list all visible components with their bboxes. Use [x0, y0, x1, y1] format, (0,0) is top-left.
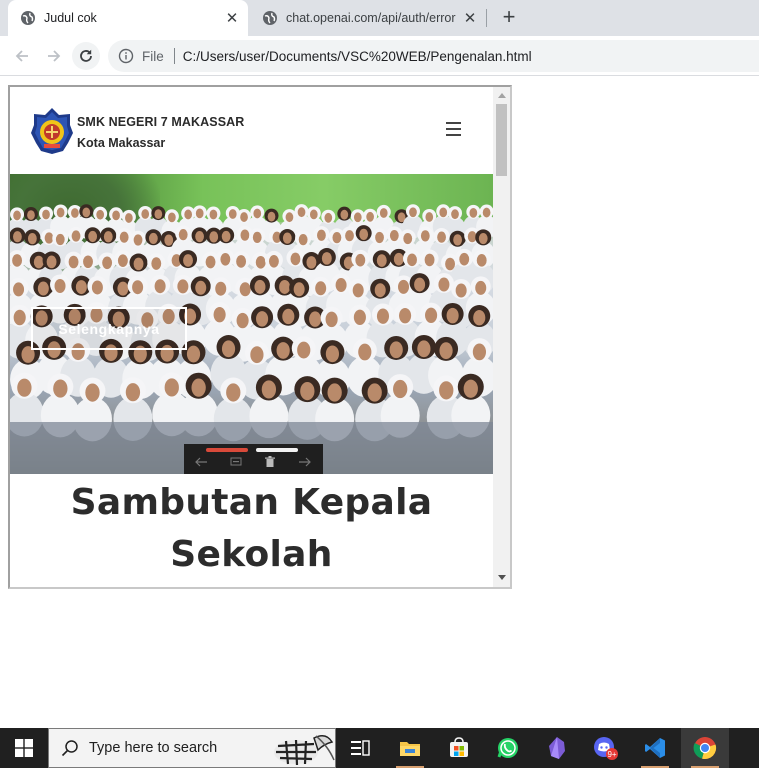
search-icon	[61, 739, 79, 757]
arrow-left-icon	[15, 50, 28, 62]
next-arrow-icon[interactable]	[298, 455, 312, 469]
address-bar[interactable]: File C:/Users/user/Documents/VSC%20WEB/P…	[108, 40, 759, 72]
task-view-icon	[351, 740, 370, 756]
scroll-up-arrow-icon[interactable]	[498, 93, 506, 98]
carousel-controls	[184, 444, 323, 474]
site-header: SMK NEGERI 7 MAKASSAR Kota Makassar	[10, 87, 493, 174]
carousel-indicator-1[interactable]	[206, 448, 248, 452]
windows-start-button[interactable]	[0, 728, 48, 768]
obsidian-icon	[549, 737, 565, 759]
read-more-button[interactable]: Selengkapnya	[31, 307, 187, 350]
url-scheme-label: File	[142, 48, 164, 64]
reload-icon	[80, 49, 92, 62]
url-text[interactable]: C:/Users/user/Documents/VSC%20WEB/Pengen…	[183, 49, 532, 64]
discord-icon: 9+	[594, 737, 618, 760]
school-logo[interactable]	[30, 107, 74, 155]
task-view-button[interactable]	[336, 728, 384, 768]
close-icon[interactable]: ✕	[460, 8, 480, 28]
address-divider	[173, 48, 175, 64]
page-viewport: SMK NEGERI 7 MAKASSAR Kota Makassar Sele…	[8, 85, 512, 589]
chrome-button[interactable]	[681, 728, 729, 768]
tab-divider	[486, 9, 487, 27]
store-icon	[450, 737, 468, 757]
new-tab-button[interactable]: +	[498, 6, 520, 29]
carousel-indicator-2[interactable]	[256, 448, 298, 452]
globe-icon	[20, 10, 36, 26]
whatsapp-button[interactable]	[484, 728, 532, 768]
browser-toolbar: File C:/Users/user/Documents/VSC%20WEB/P…	[0, 36, 759, 76]
trash-icon[interactable]	[263, 455, 277, 469]
heading-line-1: Sambutan Kepala	[70, 482, 433, 523]
hamburger-menu-icon[interactable]	[446, 122, 461, 136]
brand-name: SMK NEGERI 7 MAKASSAR	[77, 115, 245, 129]
tab-title: chat.openai.com/api/auth/error	[286, 11, 456, 25]
caption-icon[interactable]	[229, 455, 243, 469]
tab-openai-error[interactable]: chat.openai.com/api/auth/error ✕	[250, 0, 486, 36]
microsoft-store-button[interactable]	[435, 728, 483, 768]
back-button[interactable]	[8, 42, 36, 70]
heading-line-2: Sekolah	[170, 534, 333, 575]
search-placeholder: Type here to search	[89, 740, 218, 756]
tab-judul-cok[interactable]: Judul cok ✕	[8, 0, 248, 36]
info-icon[interactable]	[118, 48, 134, 64]
folder-icon	[400, 742, 420, 756]
chrome-icon	[693, 737, 717, 760]
prev-arrow-icon[interactable]	[194, 455, 208, 469]
scrollbar-thumb[interactable]	[496, 104, 507, 176]
hero-carousel: Selengkapnya	[10, 174, 493, 474]
vscode-icon	[645, 738, 665, 758]
globe-icon	[262, 10, 278, 26]
discord-badge: 9+	[607, 750, 616, 759]
zebra-search-highlight-icon	[274, 735, 335, 766]
tab-title: Judul cok	[44, 11, 97, 25]
windows-logo-icon	[15, 739, 33, 757]
website: SMK NEGERI 7 MAKASSAR Kota Makassar Sele…	[10, 87, 493, 587]
obsidian-button[interactable]	[533, 728, 581, 768]
vscode-button[interactable]	[631, 728, 679, 768]
scroll-down-arrow-icon[interactable]	[498, 575, 506, 580]
brand-city: Kota Makassar	[77, 136, 166, 150]
reload-button[interactable]	[72, 42, 100, 70]
arrow-right-icon	[48, 50, 61, 62]
windows-taskbar: Type here to search 9+	[0, 728, 759, 768]
whatsapp-icon	[497, 738, 518, 758]
tab-strip: Judul cok ✕ chat.openai.com/api/auth/err…	[0, 0, 759, 36]
file-explorer-button[interactable]	[386, 728, 434, 768]
close-icon[interactable]: ✕	[222, 8, 242, 28]
forward-button[interactable]	[40, 42, 68, 70]
discord-button[interactable]: 9+	[582, 728, 630, 768]
section-heading: Sambutan Kepala Sekolah	[10, 477, 493, 581]
page-scrollbar[interactable]	[493, 87, 510, 587]
